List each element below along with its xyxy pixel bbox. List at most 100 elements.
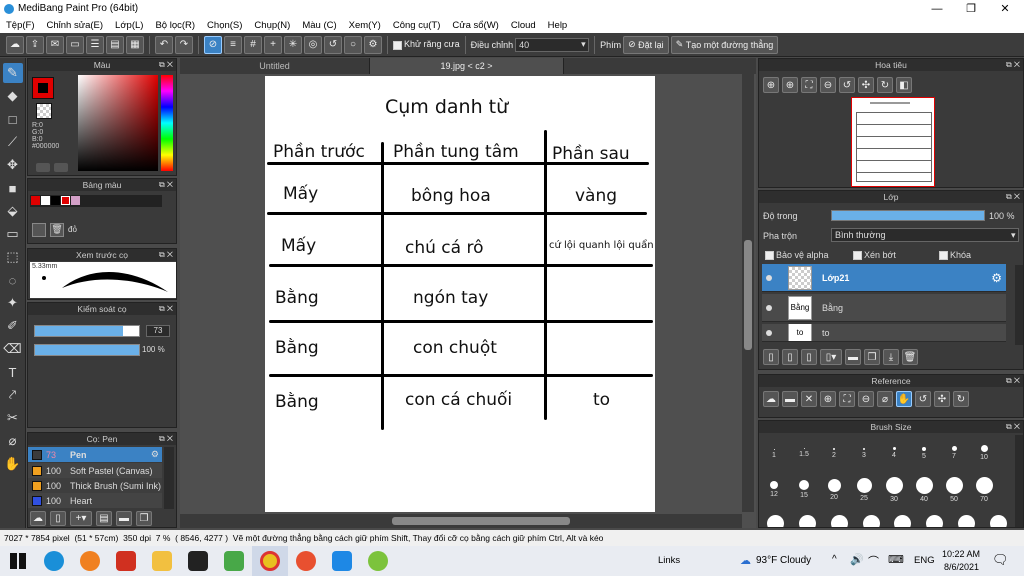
menu-view[interactable]: Xem(Y) (343, 20, 387, 31)
snap-curve-icon[interactable]: ↺ (324, 35, 342, 54)
color-tool-button[interactable] (36, 163, 50, 172)
new-layer-1bit-icon[interactable]: ▯ (801, 349, 817, 365)
brush-size-option[interactable]: 50 (939, 477, 969, 503)
panel-close-icon[interactable]: ⧉ ✕ (1006, 375, 1020, 387)
taskbar-links[interactable]: Links (658, 555, 680, 566)
notification-icon[interactable]: 🗨 (992, 552, 1009, 568)
add-brush-icon[interactable]: +▾ (70, 511, 92, 526)
brush-size-slider[interactable] (34, 325, 140, 337)
brush-size-option[interactable]: 12 (759, 481, 789, 498)
brush-size-option[interactable]: 70 (969, 477, 999, 503)
folder-icon[interactable]: ▬ (116, 511, 132, 526)
fit-icon[interactable]: ⛶ (839, 391, 855, 407)
brush-size-scrollbar[interactable] (1015, 435, 1023, 527)
panel-close-icon[interactable]: ⧉ ✕ (1006, 59, 1020, 71)
gradient-tool-icon[interactable]: ▭ (3, 224, 23, 244)
brush-size-option[interactable]: 25 (849, 478, 879, 502)
camera-app-icon[interactable] (180, 546, 216, 576)
trash-icon[interactable]: 🗑 (50, 223, 64, 237)
volume-icon[interactable]: 🔊 (850, 553, 864, 566)
brush-size-option[interactable]: 3 (849, 448, 879, 459)
menu-snap[interactable]: Chụp(N) (248, 20, 296, 31)
palette-swatch[interactable] (51, 196, 60, 205)
redo-icon[interactable]: ↷ (175, 35, 193, 54)
brush-size-option[interactable]: 30 (879, 477, 909, 503)
brush-size-option[interactable]: 10 (969, 445, 999, 461)
antialias-checkbox[interactable] (393, 40, 402, 50)
duplicate-icon[interactable]: ❐ (136, 511, 152, 526)
menu-help[interactable]: Help (542, 20, 574, 31)
brush-settings-icon[interactable]: ▤ (96, 511, 112, 526)
panel-close-icon[interactable]: ⧉ ✕ (1006, 421, 1020, 433)
layer-row-bang[interactable]: Bằng Bằng (762, 294, 1006, 322)
maximize-icon[interactable]: ❐ (954, 0, 988, 17)
zoom-plus-icon[interactable]: ⊕ (782, 77, 798, 93)
paint-app-icon[interactable] (216, 546, 252, 576)
gear-icon[interactable]: ⚙ (991, 271, 1002, 285)
panel-close-icon[interactable]: ⧉ ✕ (159, 179, 173, 191)
brush-list-scrollbar[interactable] (164, 447, 174, 509)
adjust-select[interactable]: 40 ▾ (515, 37, 590, 52)
panel-close-icon[interactable]: ⧉ ✕ (159, 433, 173, 445)
line-tool-icon[interactable]: ⟋ (3, 132, 23, 152)
menu-select[interactable]: Chọn(S) (201, 20, 248, 31)
canvas-vscroll-thumb[interactable] (744, 240, 752, 350)
close-icon[interactable]: ✕ (988, 0, 1022, 17)
visibility-icon[interactable] (766, 329, 772, 336)
eyedropper-icon[interactable]: ⌀ (877, 391, 893, 407)
minimize-icon[interactable]: — (920, 0, 954, 17)
palette-swatch[interactable] (41, 196, 50, 205)
chevron-up-icon[interactable]: ^ (832, 554, 837, 565)
open-folder-icon[interactable]: ▬ (782, 391, 798, 407)
brush-item-soft-pastel[interactable]: 100 Soft Pastel (Canvas) (28, 463, 162, 478)
antialias-toggle[interactable]: Khử răng cưa (393, 39, 460, 50)
edge-icon[interactable] (36, 546, 72, 576)
canvas-hscrollbar[interactable] (180, 514, 742, 528)
clipping-checkbox[interactable] (853, 251, 862, 261)
fullscreen-icon[interactable]: ✣ (934, 391, 950, 407)
layer-folder-icon[interactable]: ▬ (845, 349, 861, 365)
menu-tools[interactable]: Công cụ(T) (387, 20, 447, 31)
secondary-color-swatch[interactable] (36, 103, 52, 119)
settings-icon[interactable]: ⚙ (364, 35, 382, 54)
wifi-icon[interactable]: ⌒ (868, 553, 879, 569)
canvas-hscroll-thumb[interactable] (392, 517, 570, 525)
taskbar-date[interactable]: 8/6/2021 (944, 562, 979, 572)
rectangle-tool-icon[interactable]: □ (3, 109, 23, 129)
tab-19jpg[interactable]: 19.jpg < c2 > (370, 58, 564, 74)
file-explorer-icon[interactable] (144, 546, 180, 576)
snap-circle-icon[interactable]: ◎ (304, 35, 322, 54)
color-tool-button[interactable] (54, 163, 68, 172)
select-pen-icon[interactable]: ✐ (3, 316, 23, 336)
zalo-icon[interactable] (324, 546, 360, 576)
cloud-icon[interactable]: ☁ (6, 35, 24, 54)
app-orange-icon[interactable] (288, 546, 324, 576)
palette-swatch[interactable] (31, 196, 40, 205)
pages-icon[interactable]: ▤ (106, 35, 124, 54)
fullscreen-icon[interactable]: ✣ (858, 77, 874, 93)
gear-icon[interactable]: ⚙ (151, 449, 159, 460)
taskbar-time[interactable]: 10:22 AM (942, 549, 980, 559)
taskbar-language[interactable]: ENG (914, 555, 935, 566)
keyboard-icon[interactable]: ⌨ (888, 553, 904, 566)
page-icon[interactable]: ☰ (86, 35, 104, 54)
blend-mode-select[interactable]: Bình thường ▾ (831, 228, 1019, 242)
duplicate-layer-icon[interactable]: ❐ (864, 349, 880, 365)
brush-size-option[interactable]: 7 (939, 446, 969, 460)
straight-line-button[interactable]: ✎ Tạo một đường thẳng (670, 35, 779, 54)
select-eraser-icon[interactable]: ⌫ (3, 339, 23, 359)
new-layer-8bit-icon[interactable]: ▯ (782, 349, 798, 365)
brush-size-option[interactable]: 5 (909, 447, 939, 460)
menu-window[interactable]: Cửa sổ(W) (446, 20, 504, 31)
fill-rect-tool-icon[interactable]: ■ (3, 178, 23, 198)
firefox-icon[interactable] (72, 546, 108, 576)
brush-size-option[interactable]: 1 (759, 449, 789, 459)
new-palette-icon[interactable] (32, 223, 46, 237)
menu-filter[interactable]: Bộ lọc(R) (149, 20, 201, 31)
text-tool-icon[interactable]: T (3, 362, 23, 382)
brush-size-value[interactable]: 73 (146, 325, 170, 337)
eraser-tool-icon[interactable]: ◆ (3, 86, 23, 106)
fit-icon[interactable]: ⛶ (801, 77, 817, 93)
brush-size-option[interactable]: 2 (819, 448, 849, 459)
hand-icon[interactable]: ✋ (896, 391, 912, 407)
